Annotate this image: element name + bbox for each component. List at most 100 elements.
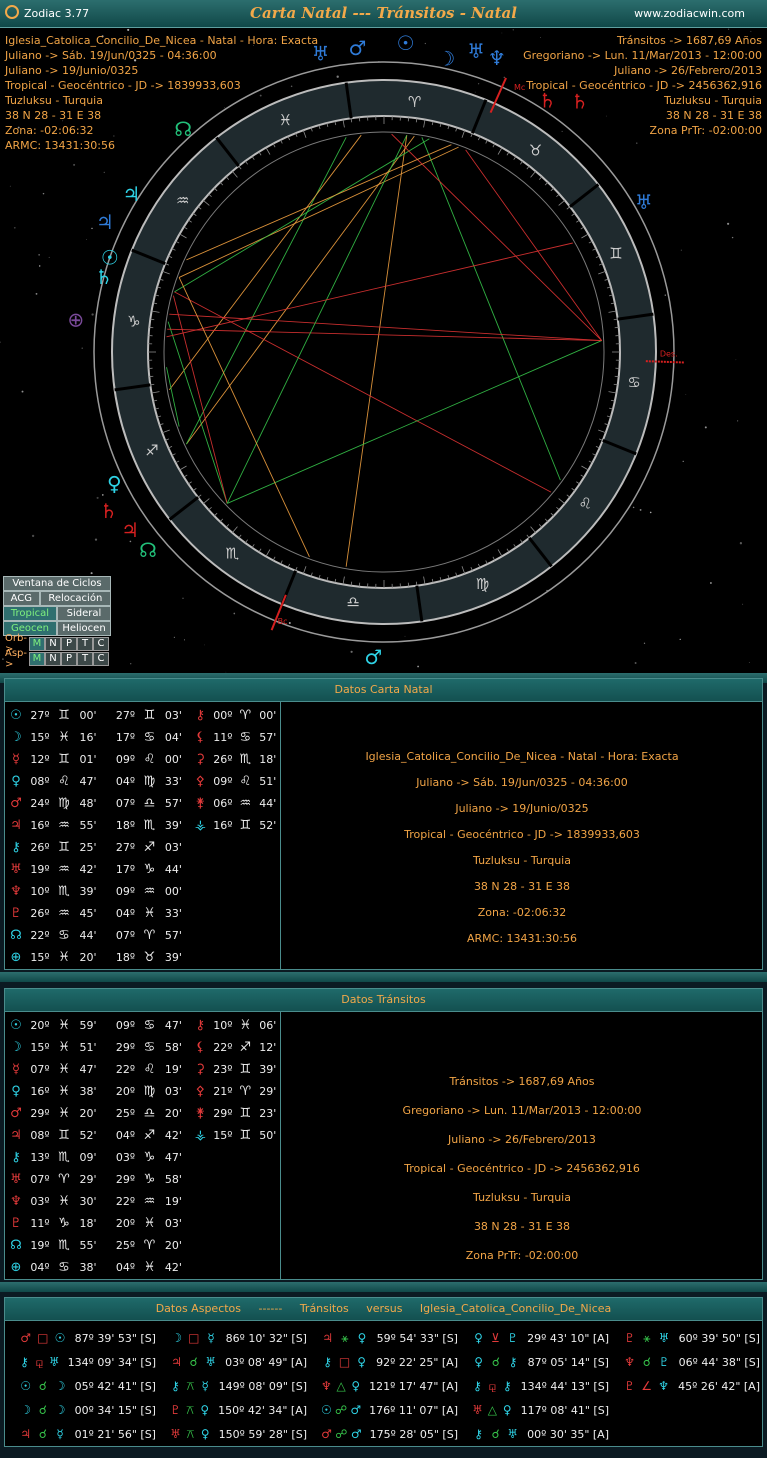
position-cell: ☿ 07º ♓ 47' bbox=[5, 1062, 112, 1077]
position-cell: 27º ♊ 03' bbox=[112, 708, 190, 723]
star bbox=[742, 603, 744, 605]
natal-info-line: Juliano -> 19/Junio/0325 bbox=[455, 802, 589, 815]
aspect-value: 60º 39' 50" [S] bbox=[678, 1331, 760, 1345]
position-value: 11º bbox=[213, 730, 233, 744]
position-value: 20' bbox=[164, 1238, 182, 1252]
asp-row: Asp-> M N P T C bbox=[3, 648, 111, 670]
sign-glyph: ♊ bbox=[58, 1127, 70, 1143]
tropical-button[interactable]: Tropical bbox=[3, 606, 57, 621]
sign-glyph: ♈ bbox=[58, 1171, 70, 1187]
position-value: 57' bbox=[164, 796, 182, 810]
natal-planet-glyph: ♀ bbox=[357, 1355, 367, 1369]
asp-p-button[interactable]: P bbox=[61, 651, 77, 666]
star bbox=[103, 171, 106, 174]
orb-m-button[interactable]: M bbox=[29, 636, 45, 651]
position-value: 22º bbox=[115, 1194, 136, 1208]
aspect-value: 121º 17' 47" [A] bbox=[369, 1379, 459, 1393]
aspect-glyph: ☌ bbox=[491, 1427, 500, 1441]
sign-glyph: ♊ bbox=[143, 707, 156, 723]
orb-t-button[interactable]: T bbox=[77, 636, 93, 651]
position-value: 20' bbox=[164, 1106, 182, 1120]
star bbox=[417, 665, 419, 668]
sign-glyph: ♓ bbox=[58, 1039, 70, 1055]
position-value: 26º bbox=[30, 840, 50, 854]
star bbox=[90, 572, 93, 575]
aspect-cell: ♂ □ ☉ 87º 39' 53" [S] bbox=[5, 1331, 156, 1345]
position-cell: ☉ 20º ♓ 59' bbox=[5, 1018, 112, 1033]
aspect-cell: ♇ ⚹ ♅ 60º 39' 50" [S] bbox=[609, 1331, 760, 1346]
asp-c-button[interactable]: C bbox=[93, 651, 109, 666]
position-cell: 09º ♋ 47' bbox=[112, 1018, 190, 1033]
star bbox=[512, 29, 514, 31]
planet-glyph: ☉ bbox=[10, 1017, 22, 1033]
asp-n-button[interactable]: N bbox=[45, 651, 61, 666]
asp-t-button[interactable]: T bbox=[77, 651, 93, 666]
position-value: 20º bbox=[115, 1216, 136, 1230]
planet-glyph: ⊕ bbox=[67, 308, 84, 332]
star bbox=[501, 32, 503, 34]
position-value: 29' bbox=[79, 1172, 97, 1186]
transit-planet-glyph: ♅ bbox=[472, 1403, 483, 1417]
planet-glyph: ♆ bbox=[10, 1193, 22, 1209]
star bbox=[73, 163, 76, 166]
position-value: 42' bbox=[79, 862, 97, 876]
position-value: 23º bbox=[213, 1062, 233, 1076]
sign-glyph: ♏ bbox=[58, 1149, 70, 1165]
chart-controls: Ventana de Ciclos ACG Relocación Tropica… bbox=[3, 576, 111, 670]
sideral-button[interactable]: Sideral bbox=[57, 606, 111, 621]
orb-n-button[interactable]: N bbox=[45, 636, 61, 651]
star bbox=[336, 75, 339, 78]
natal-header-line: Juliano -> 19/Junio/0325 bbox=[5, 64, 139, 77]
natal-header-line: Tuzluksu - Turquia bbox=[5, 94, 103, 107]
transit-header-line: Zona PrTr: -02:00:00 bbox=[649, 124, 762, 137]
planet-glyph: ♃ bbox=[10, 1127, 22, 1143]
star bbox=[9, 185, 11, 187]
planet-glyph: ♂ bbox=[10, 1105, 22, 1121]
orb-p-button[interactable]: P bbox=[61, 636, 77, 651]
position-value: 20º bbox=[30, 1018, 50, 1032]
divider bbox=[0, 1282, 767, 1292]
transit-header-line: 38 N 28 - 31 E 38 bbox=[665, 109, 762, 122]
relocacion-button[interactable]: Relocación bbox=[39, 591, 111, 606]
position-value: 03' bbox=[164, 708, 182, 722]
position-value: 18' bbox=[79, 1216, 97, 1230]
transit-planet-glyph: ♂ bbox=[20, 1331, 31, 1345]
position-value: 44' bbox=[259, 796, 277, 810]
aspect-glyph: △ bbox=[336, 1379, 346, 1393]
position-cell: ♃ 16º ♒ 55' bbox=[5, 818, 112, 833]
position-row: ☽ 15º ♓ 51' 29º ♋ 58' ⚸ 22º ♐ 12' bbox=[5, 1036, 280, 1058]
natal-header-line: Iglesia_Catolica_Concilio_De_Nicea - Nat… bbox=[5, 34, 319, 47]
position-cell: ⚷ 26º ♊ 25' bbox=[5, 840, 112, 855]
natal-planet-glyph: ♀ bbox=[351, 1379, 361, 1393]
position-value: 08º bbox=[30, 1128, 50, 1142]
star bbox=[173, 636, 176, 639]
star bbox=[685, 394, 687, 395]
position-value: 04º bbox=[115, 1260, 136, 1274]
position-value: 29' bbox=[259, 1084, 277, 1098]
aspect-value: 87º 05' 14" [S] bbox=[527, 1355, 609, 1369]
position-value: 51' bbox=[79, 1040, 97, 1054]
position-cell: ♂ 24º ♍ 48' bbox=[5, 796, 112, 811]
aspect-glyph: ⚹ bbox=[341, 1330, 349, 1345]
planet-glyph: ☉ bbox=[101, 246, 119, 270]
position-value: 57' bbox=[164, 928, 182, 942]
acg-button[interactable]: ACG bbox=[3, 591, 40, 606]
title-bar[interactable]: Zodiac 3.77 Carta Natal --- Tránsitos - … bbox=[0, 0, 767, 28]
heliocen-button[interactable]: Heliocen bbox=[57, 621, 111, 636]
position-value: 52' bbox=[259, 818, 277, 832]
star bbox=[404, 635, 406, 637]
asp-m-button[interactable]: M bbox=[29, 651, 45, 666]
planet-glyph: ⚳ bbox=[195, 1061, 206, 1077]
aspect-value: 117º 08' 41" [S] bbox=[520, 1403, 609, 1417]
position-value: 30' bbox=[79, 1194, 97, 1208]
website-link[interactable]: www.zodiacwin.com bbox=[634, 7, 745, 20]
aspect-cell: ♂ ☍ ♂ 175º 28' 05" [S] bbox=[307, 1427, 458, 1441]
aspect-glyph: ☍ bbox=[335, 1403, 348, 1417]
ventana-ciclos-button[interactable]: Ventana de Ciclos bbox=[3, 576, 111, 591]
natal-planet-glyph: ♀ bbox=[200, 1403, 210, 1417]
planet-glyph: ☊ bbox=[10, 1237, 22, 1253]
aspect-value: 134º 09' 34" [S] bbox=[67, 1355, 156, 1369]
aspect-value: 175º 28' 05" [S] bbox=[369, 1427, 458, 1441]
sign-glyph: ♊ bbox=[239, 1061, 252, 1077]
orb-c-button[interactable]: C bbox=[93, 636, 109, 651]
